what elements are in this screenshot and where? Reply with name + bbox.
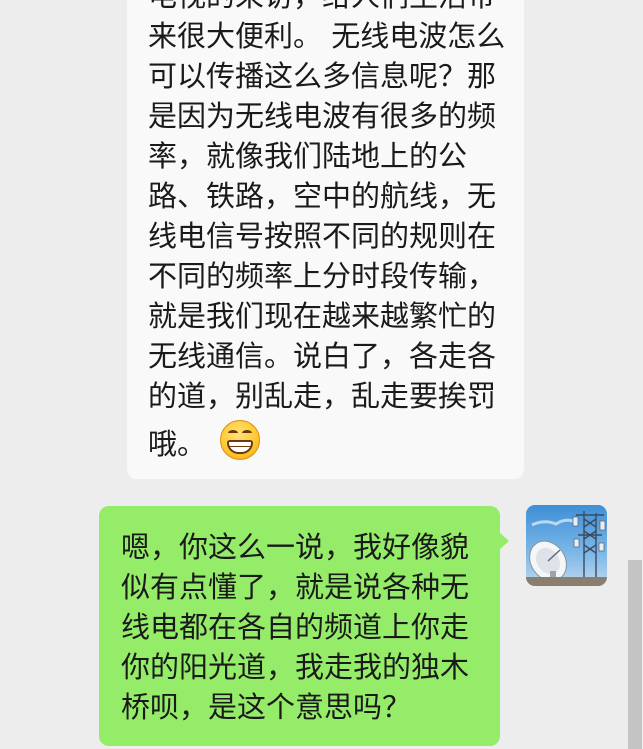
received-message-line: 无线通信。说白了，各走各 [148,339,497,373]
received-message-last-line: 哦。 [148,420,514,474]
received-message-line: 电视的采访，给人们生活带 [148,0,514,16]
received-message-line: 哦。 [148,427,207,461]
grinning-face-icon [220,420,261,460]
received-message-line: 来很大便利。 无线电波怎么 [148,19,506,53]
sent-message-line: 你的阳光道，我走我的独木 [121,650,470,684]
scrollbar-thumb[interactable] [628,560,642,749]
received-message-line: 的道，别乱走，乱走要挨罚 [148,379,497,413]
chat-scroll-area[interactable]: 电视的采访，给人们生活带 来很大便利。 无线电波怎么 可以传播这么多信息呢？那 … [0,0,643,749]
received-message-line: 是因为无线电波有很多的频 [148,99,497,133]
received-message-bubble[interactable]: 电视的采访，给人们生活带 来很大便利。 无线电波怎么 可以传播这么多信息呢？那 … [127,0,524,479]
received-message-line: 不同的频率上分时段传输， [148,259,497,293]
received-message-line: 率，就像我们陆地上的公 [148,139,468,173]
sent-message-line: 嗯，你这么一说，我好像貌 [121,530,470,564]
sent-message-line: 桥呗，是这个意思吗？ [121,690,412,724]
received-message-line: 线电信号按照不同的规则在 [148,219,497,253]
received-message-line: 就是我们现在越来越繁忙的 [148,299,497,333]
satellite-dish-avatar-icon [526,505,607,586]
sent-message-bubble[interactable]: 嗯，你这么一说，我好像貌 似有点懂了，就是说各种无 线电都在各自的频道上你走 你… [99,506,509,746]
received-message-line: 路、铁路，空中的航线，无 [148,179,497,213]
user-avatar[interactable] [526,505,607,586]
received-message-line: 可以传播这么多信息呢？那 [148,59,497,93]
sent-bubble-tail [499,532,509,550]
sent-message-line: 线电都在各自的频道上你走 [121,610,470,644]
sent-message-line: 似有点懂了，就是说各种无 [121,570,470,604]
